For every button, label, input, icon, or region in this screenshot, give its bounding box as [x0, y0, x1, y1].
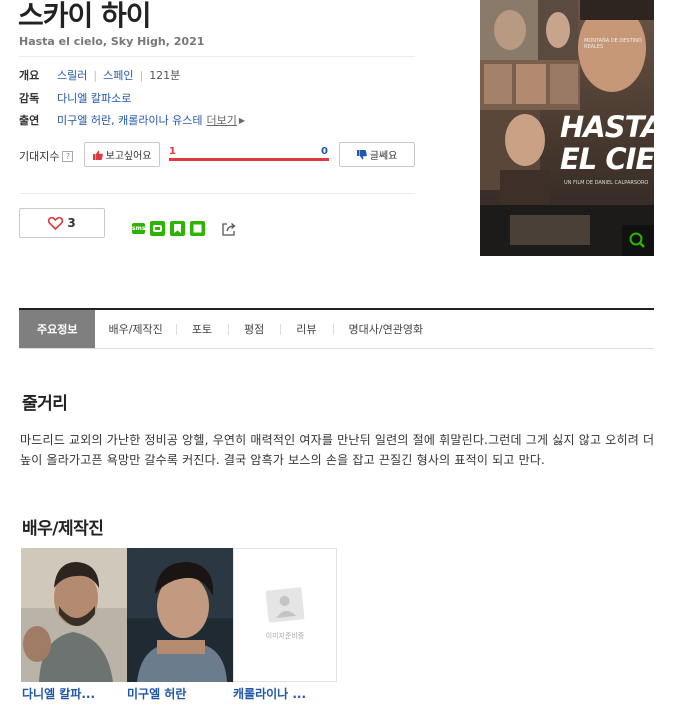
more-link[interactable]: 더보기	[207, 112, 237, 128]
tab-photos[interactable]: 포토	[175, 310, 228, 348]
cast-name-2[interactable]: 미구엘 허란	[127, 685, 231, 702]
poster-small-text: MONTAÑA DE DESTINO REALES	[584, 38, 642, 50]
want-to-see-label: 보고싶어요	[105, 151, 152, 162]
movie-subtitle: Hasta el cielo, Sky High, 2021	[19, 35, 205, 48]
thumbs-down-icon	[356, 149, 367, 160]
genre-link[interactable]: 스릴러	[57, 67, 87, 83]
image-placeholder-text: 이미지준비중	[265, 632, 305, 640]
cast-name-1[interactable]: 다니엘 칼파...	[22, 685, 126, 702]
chevron-right-icon: ▶	[238, 115, 246, 125]
help-icon[interactable]: ?	[62, 150, 74, 162]
cast-photo-image	[21, 548, 127, 682]
search-icon	[629, 232, 645, 248]
cast-row: 출연 미구엘 허란, 캐롤라이나 유스테 더보기 ▶	[19, 112, 245, 128]
cast-photo-2[interactable]	[127, 548, 233, 682]
expectation-bar	[169, 158, 329, 161]
movie-poster[interactable]: MONTAÑA DE DESTINO REALES HASTA EL CIELO…	[480, 0, 654, 256]
want-to-see-button[interactable]: 보고싶어요	[84, 142, 160, 167]
expectation-bar-fill	[169, 158, 329, 161]
separator: |	[93, 68, 98, 82]
divider	[19, 193, 415, 194]
movie-title: 스카이 하이	[18, 0, 152, 32]
cast-photo-image	[127, 548, 233, 682]
sms-share-icon[interactable]: sms	[132, 223, 145, 234]
bookmark-share-icon[interactable]	[170, 221, 185, 236]
heart-icon	[48, 216, 64, 230]
poster-title-line2: EL CIELO	[560, 142, 654, 176]
tab-reviews[interactable]: 리뷰	[280, 310, 332, 348]
cast-name-3[interactable]: 캐롤라이나 ...	[233, 685, 337, 702]
cast-links[interactable]: 미구엘 허란, 캐롤라이나 유스테	[57, 112, 203, 128]
memo-share-icon[interactable]	[190, 221, 205, 236]
synopsis-heading: 줄거리	[22, 394, 68, 414]
expectation-label: 기대지수	[19, 150, 60, 163]
expectation-label-group: 기대지수 ?	[19, 148, 74, 164]
dislike-button[interactable]: 글쎄요	[339, 142, 415, 167]
tab-cast-crew[interactable]: 배우/제작진	[95, 310, 175, 348]
overview-row: 개요 스릴러 | 스페인 | 121분	[19, 67, 180, 83]
cast-photo-3[interactable]: 이미지준비중	[233, 548, 337, 682]
image-placeholder-icon	[265, 587, 305, 623]
dislike-label: 글쎄요	[369, 151, 398, 162]
tab-main-info[interactable]: 주요정보	[19, 310, 96, 348]
like-count: 3	[67, 216, 76, 230]
thumbs-up-icon	[92, 150, 103, 160]
synopsis-text: 마드리드 교외의 가난한 정비공 앙헬, 우연히 매력적인 여자를 만난뒤 일련…	[20, 433, 655, 467]
tab-quotes-related[interactable]: 명대사/연관영화	[332, 310, 440, 348]
zoom-button[interactable]	[622, 225, 654, 256]
separator: |	[139, 68, 144, 82]
cast-heading: 배우/제작진	[22, 519, 104, 539]
tab-ratings[interactable]: 평점	[228, 310, 280, 348]
divider	[19, 56, 415, 57]
director-label: 감독	[19, 92, 40, 105]
want-count: 1	[169, 146, 176, 157]
cast-photo-1[interactable]	[21, 548, 127, 682]
director-link[interactable]: 다니엘 칼파소로	[57, 90, 131, 106]
director-row: 감독 다니엘 칼파소로	[19, 90, 131, 106]
share-icon[interactable]	[221, 221, 237, 237]
cast-label: 출연	[19, 114, 40, 127]
overview-label: 개요	[19, 69, 40, 82]
band-share-icon[interactable]	[150, 221, 165, 236]
runtime: 121분	[149, 69, 181, 82]
tab-bar: 주요정보 배우/제작진 포토 평점 리뷰 명대사/연관영화	[19, 308, 654, 349]
country-link[interactable]: 스페인	[103, 67, 133, 83]
dislike-count: 0	[321, 146, 328, 157]
like-button[interactable]: 3	[19, 208, 105, 238]
poster-title-line1: HASTA	[560, 110, 654, 144]
poster-credit: UN FILM DE DANIEL CALPARSORO	[564, 180, 649, 186]
